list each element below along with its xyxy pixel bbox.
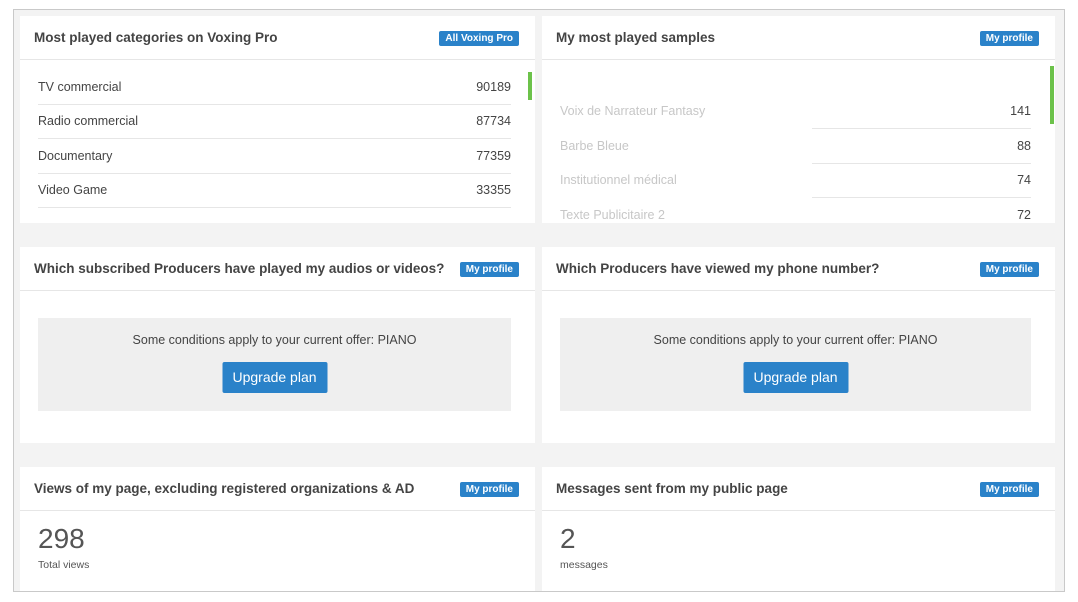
panel-header: Most played categories on Voxing Pro All… <box>20 16 535 60</box>
sample-label: Barbe Bleue <box>560 139 629 153</box>
category-count: 87734 <box>476 114 511 128</box>
scope-badge: My profile <box>979 31 1039 46</box>
samples-panel: My most played samples My profile Voix d… <box>542 16 1055 223</box>
producers-phone-panel: Which Producers have viewed my phone num… <box>542 247 1055 443</box>
upgrade-plan-button[interactable]: Upgrade plan <box>743 362 848 393</box>
list-item: Institutionnel médical 74 <box>560 164 1031 198</box>
category-label: Video Game <box>38 183 108 197</box>
upgrade-notice: Some conditions apply to your current of… <box>38 318 511 411</box>
category-count: 33355 <box>476 183 511 197</box>
sample-count: 72 <box>1017 208 1031 222</box>
sample-count: 88 <box>1017 139 1031 153</box>
scrollbar[interactable] <box>1050 66 1054 124</box>
panel-header: Messages sent from my public page My pro… <box>542 467 1055 511</box>
offer-message: Some conditions apply to your current of… <box>132 333 417 347</box>
messages-caption: messages <box>560 559 608 571</box>
category-label: Documentary <box>38 149 113 163</box>
scope-badge: All Voxing Pro <box>439 31 519 46</box>
panel-title: Views of my page, excluding registered o… <box>34 481 415 496</box>
panel-title: My most played samples <box>556 30 716 45</box>
list-item: Documentary 77359 <box>38 140 511 174</box>
messages-count: 2 <box>560 523 576 554</box>
page-views-panel: Views of my page, excluding registered o… <box>20 467 535 591</box>
dashboard-frame: Most played categories on Voxing Pro All… <box>13 9 1065 592</box>
list-item: TV commercial 90189 <box>38 71 511 105</box>
sample-label: Texte Publicitaire 2 <box>560 208 665 222</box>
sample-label: Institutionnel médical <box>560 173 677 187</box>
producers-played-panel: Which subscribed Producers have played m… <box>20 247 535 443</box>
panel-title: Which Producers have viewed my phone num… <box>556 261 880 276</box>
list-item: Video Game 33355 <box>38 174 511 208</box>
row-divider <box>812 197 1031 198</box>
category-label: TV commercial <box>38 80 122 94</box>
row-divider <box>812 128 1031 129</box>
categories-panel: Most played categories on Voxing Pro All… <box>20 16 535 223</box>
upgrade-plan-button[interactable]: Upgrade plan <box>222 362 327 393</box>
sample-label: Voix de Narrateur Fantasy <box>560 104 706 118</box>
scope-badge: My profile <box>459 482 519 497</box>
list-item: Radio commercial 87734 <box>38 105 511 139</box>
list-item: Voix de Narrateur Fantasy 141 <box>560 95 1031 129</box>
panel-header: Which Producers have viewed my phone num… <box>542 247 1055 291</box>
offer-message: Some conditions apply to your current of… <box>653 333 938 347</box>
scope-badge: My profile <box>979 262 1039 277</box>
category-label: Radio commercial <box>38 114 139 128</box>
sample-count: 74 <box>1017 173 1031 187</box>
scope-badge: My profile <box>979 482 1039 497</box>
panel-title: Messages sent from my public page <box>556 481 788 496</box>
messages-panel: Messages sent from my public page My pro… <box>542 467 1055 591</box>
views-caption: Total views <box>38 559 90 571</box>
panel-header: Which subscribed Producers have played m… <box>20 247 535 291</box>
views-count: 298 <box>38 523 85 554</box>
list-item: Texte Publicitaire 2 72 <box>560 199 1031 223</box>
panel-header: Views of my page, excluding registered o… <box>20 467 535 511</box>
list-item: Barbe Bleue 88 <box>560 130 1031 164</box>
scrollbar[interactable] <box>528 72 532 100</box>
sample-count: 141 <box>1010 104 1031 118</box>
category-count: 77359 <box>476 149 511 163</box>
panel-header: My most played samples My profile <box>542 16 1055 60</box>
panel-title: Most played categories on Voxing Pro <box>34 30 278 45</box>
category-count: 90189 <box>476 80 511 94</box>
scope-badge: My profile <box>459 262 519 277</box>
upgrade-notice: Some conditions apply to your current of… <box>560 318 1031 411</box>
panel-title: Which subscribed Producers have played m… <box>34 261 445 276</box>
